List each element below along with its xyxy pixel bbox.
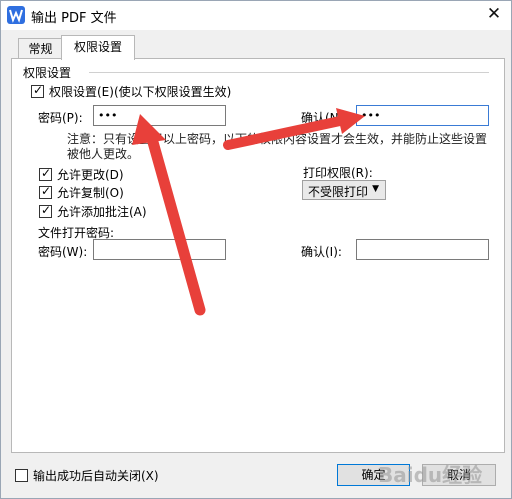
group-divider bbox=[89, 72, 489, 73]
checkmark-icon: ✓ bbox=[41, 166, 52, 180]
permission-note: 注意：只有设置了以上密码，以下的权限内容设置才会生效，并能防止这些设置被他人更改… bbox=[67, 132, 488, 161]
tab-general[interactable]: 常规 bbox=[18, 38, 63, 59]
window-title: 输出 PDF 文件 bbox=[31, 11, 117, 26]
password-field[interactable] bbox=[93, 105, 226, 126]
allow-edit-checkbox[interactable]: ✓ bbox=[39, 166, 52, 181]
checkmark-icon: ✓ bbox=[41, 203, 52, 217]
print-permission-label: 打印权限(R): bbox=[303, 166, 373, 180]
allow-annotate-label: 允许添加批注(A) bbox=[57, 205, 147, 219]
auto-close-checkbox[interactable] bbox=[15, 469, 28, 482]
print-permission-select[interactable]: 不受限打印 ▼ bbox=[302, 180, 386, 200]
wps-app-icon bbox=[7, 6, 25, 24]
open-password-input[interactable] bbox=[94, 240, 225, 259]
open-confirm-field[interactable] bbox=[356, 239, 489, 260]
confirm-password-input[interactable] bbox=[357, 106, 488, 125]
allow-annotate-checkbox[interactable]: ✓ bbox=[39, 203, 52, 218]
allow-edit-label: 允许更改(D) bbox=[57, 168, 124, 182]
allow-copy-label: 允许复制(O) bbox=[57, 186, 124, 200]
title-bar: 输出 PDF 文件 ✕ bbox=[1, 1, 511, 30]
checkmark-icon: ✓ bbox=[41, 184, 52, 198]
baidu-watermark: Baidu经验 bbox=[378, 463, 483, 487]
open-password-field[interactable] bbox=[93, 239, 226, 260]
print-permission-value: 不受限打印 bbox=[308, 185, 369, 199]
password-input[interactable] bbox=[94, 106, 225, 125]
open-confirm-input[interactable] bbox=[357, 240, 488, 259]
chevron-down-icon: ▼ bbox=[372, 184, 379, 194]
auto-close-label: 输出成功后自动关闭(X) bbox=[33, 469, 159, 483]
open-password-label: 密码(W): bbox=[38, 245, 88, 259]
enable-permissions-label: 权限设置(E)(使以下权限设置生效) bbox=[49, 85, 232, 99]
allow-copy-checkbox[interactable]: ✓ bbox=[39, 184, 52, 199]
export-pdf-dialog: 输出 PDF 文件 ✕ 常规 权限设置 权限设置 ✓ 权限设置(E)(使以下权限… bbox=[0, 0, 512, 499]
confirm-password-label: 确认(N): bbox=[301, 111, 348, 125]
open-confirm-label: 确认(I): bbox=[301, 245, 342, 259]
permissions-group-label: 权限设置 bbox=[23, 66, 72, 80]
confirm-password-field[interactable] bbox=[356, 105, 489, 126]
tab-permissions[interactable]: 权限设置 bbox=[61, 35, 135, 60]
close-icon[interactable]: ✕ bbox=[481, 2, 507, 26]
password-label: 密码(P): bbox=[38, 111, 83, 125]
enable-permissions-checkbox[interactable]: ✓ bbox=[31, 83, 44, 98]
checkmark-icon: ✓ bbox=[33, 83, 44, 97]
